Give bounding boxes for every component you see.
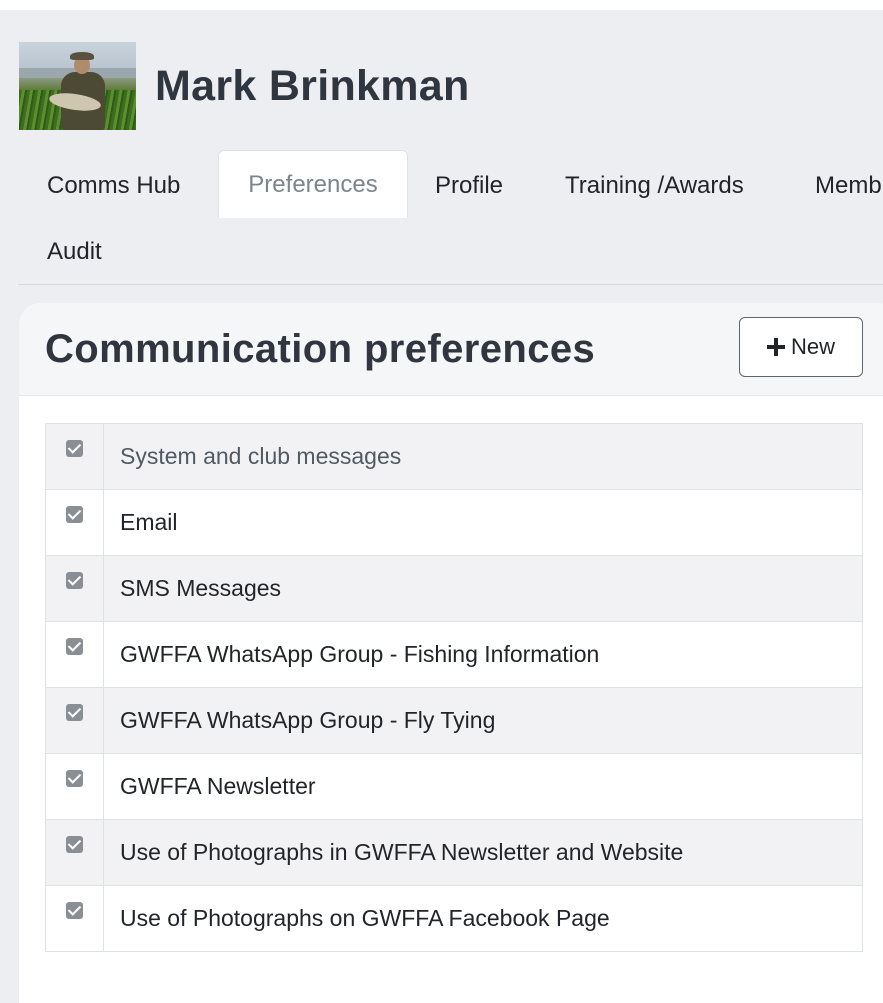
tab-audit[interactable]: Audit [47, 238, 102, 266]
plus-icon [766, 338, 785, 356]
checkbox[interactable] [66, 704, 83, 722]
preference-label: Use of Photographs in GWFFA Newsletter a… [103, 819, 863, 886]
card-header: Communication preferences New [19, 303, 883, 396]
table-row: GWFFA Newsletter [45, 753, 863, 820]
table-row: System and club messages [45, 423, 863, 490]
table-row: GWFFA WhatsApp Group - Fishing Informati… [45, 621, 863, 688]
checkbox[interactable] [66, 836, 83, 854]
table-row: GWFFA WhatsApp Group - Fly Tying [45, 687, 863, 754]
checkbox[interactable] [66, 506, 83, 524]
checkbox[interactable] [66, 770, 83, 788]
preference-label: Use of Photographs on GWFFA Facebook Pag… [103, 885, 863, 952]
preference-label: GWFFA WhatsApp Group - Fishing Informati… [103, 621, 863, 688]
checkbox[interactable] [66, 638, 83, 656]
preference-label: GWFFA Newsletter [103, 753, 863, 820]
member-page: Mark Brinkman Comms Hub Preferences Prof… [0, 0, 883, 1003]
tab-preferences[interactable]: Preferences [218, 150, 408, 218]
card-title: Communication preferences [45, 327, 596, 371]
new-button[interactable]: New [739, 317, 863, 377]
top-strip [0, 0, 883, 10]
preference-label: System and club messages [103, 423, 863, 490]
table-row: SMS Messages [45, 555, 863, 622]
new-button-label: New [790, 334, 835, 359]
preference-label: SMS Messages [103, 555, 863, 622]
preferences-table: System and club messages Email SMS Messa… [45, 423, 863, 952]
table-row: Use of Photographs on GWFFA Facebook Pag… [45, 885, 863, 952]
avatar [19, 42, 136, 130]
checkbox[interactable] [66, 572, 83, 590]
table-row: Email [45, 489, 863, 556]
tab-membership[interactable]: Memb [815, 172, 882, 200]
tab-comms-hub[interactable]: Comms Hub [47, 172, 180, 200]
tab-divider [18, 284, 883, 285]
checkbox[interactable] [66, 440, 83, 458]
tab-training-awards[interactable]: Training /Awards [565, 172, 744, 200]
tab-profile[interactable]: Profile [435, 172, 503, 200]
user-name: Mark Brinkman [155, 61, 470, 110]
preferences-card: Communication preferences New System and… [19, 303, 883, 1003]
preference-label: Email [103, 489, 863, 556]
profile-header: Mark Brinkman [19, 42, 470, 130]
checkbox[interactable] [66, 902, 83, 920]
table-row: Use of Photographs in GWFFA Newsletter a… [45, 819, 863, 886]
preference-label: GWFFA WhatsApp Group - Fly Tying [103, 687, 863, 754]
